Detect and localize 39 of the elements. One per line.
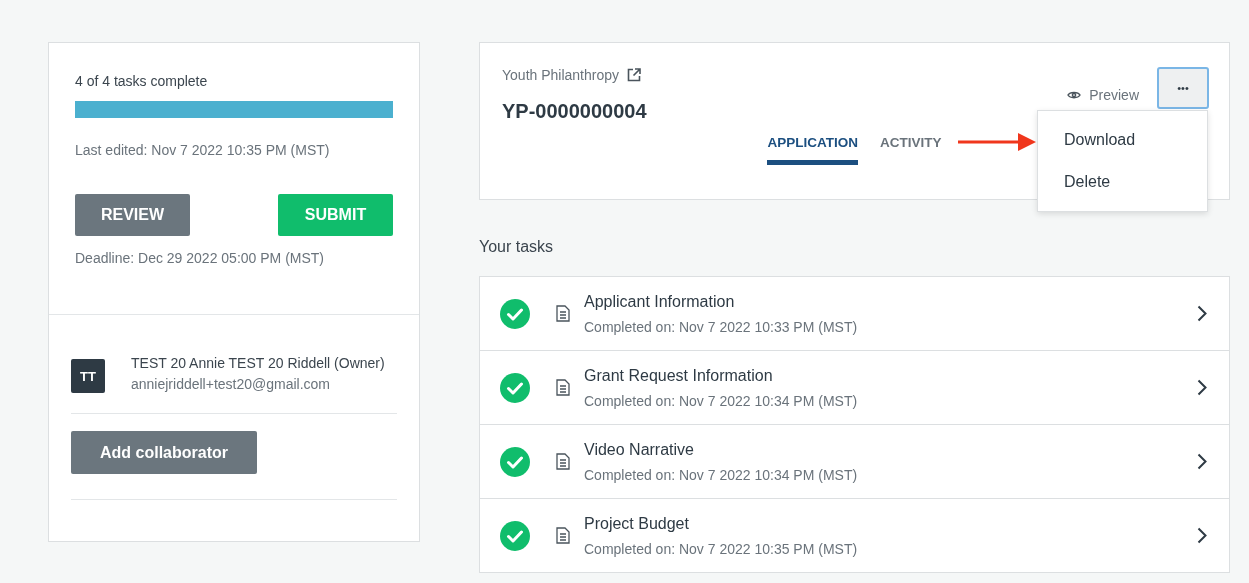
task-row[interactable]: Project Budget Completed on: Nov 7 2022 10:35 PM (MST): [480, 499, 1229, 572]
tab[interactable]: ACTIVITY: [880, 135, 942, 165]
more-button[interactable]: •••: [1157, 67, 1209, 109]
add-collaborator-button[interactable]: Add collaborator: [71, 431, 257, 474]
last-edited-text: Last edited: Nov 7 2022 10:35 PM (MST): [75, 142, 331, 158]
document-icon: [556, 305, 570, 322]
chevron-right-icon: [1197, 527, 1207, 544]
task-name: Project Budget: [584, 514, 690, 533]
task-row[interactable]: Grant Request Information Completed on: Nov 7 2022 10:34 PM (MST): [480, 351, 1229, 425]
menu-item[interactable]: Delete: [1038, 161, 1207, 203]
external-link-icon: [627, 68, 642, 82]
collaborator-email: anniejriddell+test20@gmail.com: [131, 376, 332, 392]
program-link[interactable]: Youth Philanthropy: [502, 67, 620, 83]
eye-icon: [1067, 90, 1082, 100]
collaborator-name: TEST 20 Annie TEST 20 Riddell (Owner): [131, 355, 385, 371]
chevron-right-icon: [1197, 453, 1207, 470]
task-name: Grant Request Information: [584, 366, 774, 385]
document-icon: [556, 527, 570, 544]
task-status: Completed on: Nov 7 2022 10:33 PM (MST): [584, 318, 859, 335]
document-icon: [556, 453, 570, 470]
avatar: TT: [71, 359, 105, 393]
review-button[interactable]: REVIEW: [75, 194, 190, 236]
task-name: Video Narrative: [584, 440, 695, 459]
menu-item[interactable]: Download: [1038, 119, 1207, 161]
chevron-right-icon: [1197, 305, 1207, 322]
progress-label: 4 of 4 tasks complete: [75, 73, 209, 89]
document-icon: [556, 379, 570, 396]
application-id: YP-0000000004: [502, 100, 647, 123]
task-row[interactable]: Video Narrative Completed on: Nov 7 2022 10:34 PM (MST): [480, 425, 1229, 499]
task-status: Completed on: Nov 7 2022 10:34 PM (MST): [584, 392, 859, 409]
task-status: Completed on: Nov 7 2022 10:35 PM (MST): [584, 540, 859, 557]
deadline-text: Deadline: Dec 29 2022 05:00 PM (MST): [75, 250, 325, 266]
task-name: Applicant Information: [584, 292, 736, 311]
tab[interactable]: APPLICATION: [767, 135, 858, 165]
preview-button[interactable]: Preview: [1067, 87, 1139, 103]
chevron-right-icon: [1197, 379, 1207, 396]
task-status: Completed on: Nov 7 2022 10:34 PM (MST): [584, 466, 859, 483]
task-row[interactable]: Applicant Information Completed on: Nov 7 2022 10:33 PM (MST): [480, 277, 1229, 351]
tasks-heading: Your tasks: [479, 238, 555, 256]
